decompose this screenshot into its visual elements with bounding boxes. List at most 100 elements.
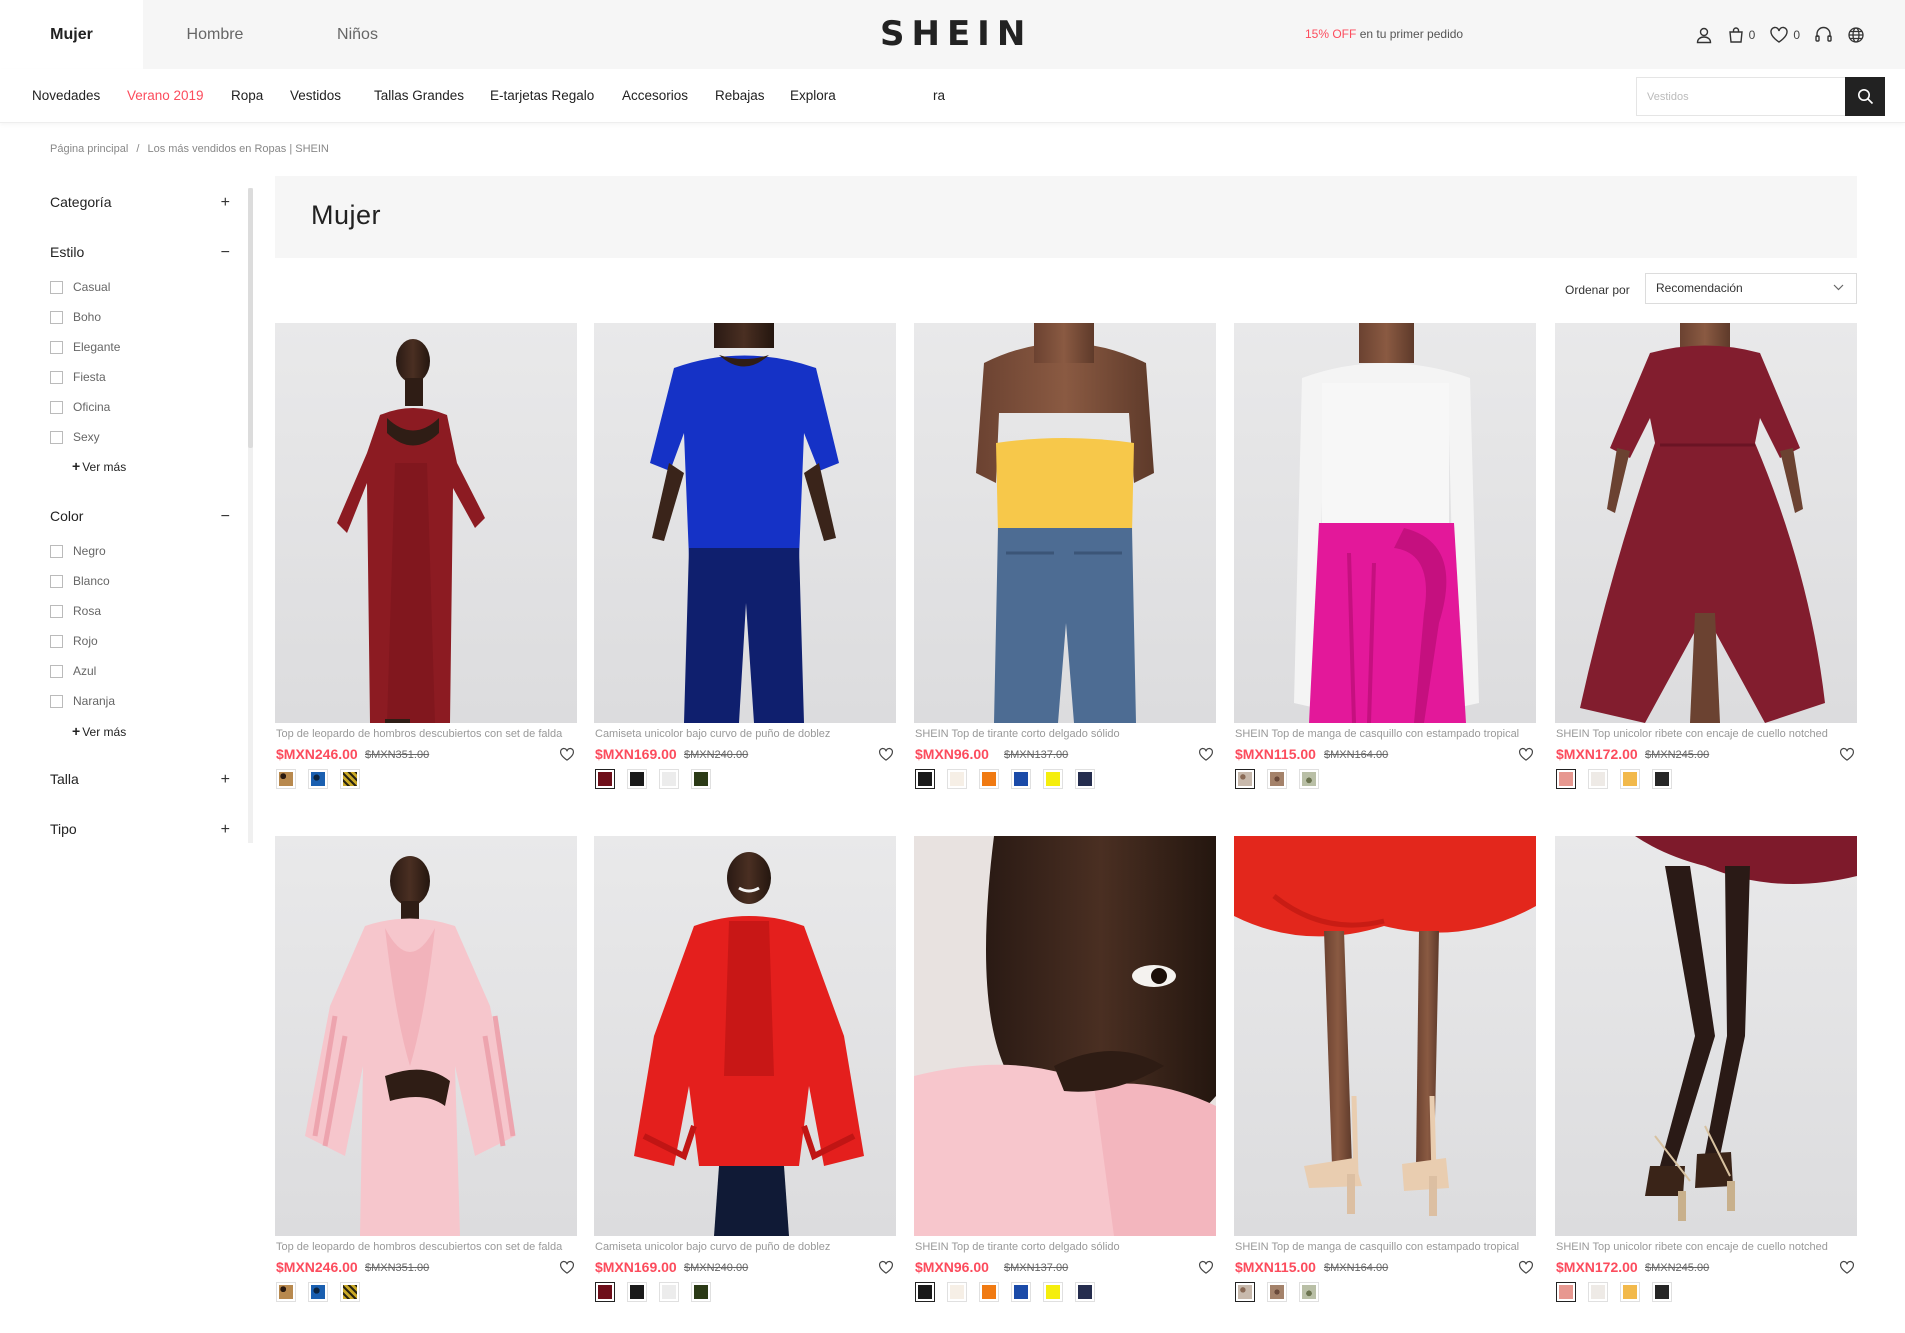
checkbox[interactable] bbox=[50, 664, 63, 678]
product-image[interactable] bbox=[914, 836, 1216, 1236]
swatch-floral-brown[interactable] bbox=[1267, 769, 1287, 789]
cart-button[interactable]: 0 bbox=[1727, 26, 1755, 44]
tab-ninos[interactable]: Niños bbox=[305, 0, 410, 69]
swatch-cream[interactable] bbox=[947, 1282, 967, 1302]
nav-verano-2019[interactable]: Verano 2019 bbox=[127, 69, 204, 123]
heart-icon[interactable] bbox=[1198, 1260, 1214, 1275]
checkbox[interactable] bbox=[50, 400, 63, 414]
filter-color-naranja[interactable]: Naranja bbox=[50, 692, 115, 710]
product-name[interactable]: SHEIN Top de tirante corto delgado sólid… bbox=[915, 1241, 1215, 1253]
swatch-olive[interactable] bbox=[691, 769, 711, 789]
heart-icon[interactable] bbox=[878, 747, 894, 762]
swatch-black[interactable] bbox=[915, 769, 935, 789]
swatch-yellow[interactable] bbox=[1043, 769, 1063, 789]
swatch-olive[interactable] bbox=[691, 1282, 711, 1302]
product-name[interactable]: SHEIN Top de manga de casquillo con esta… bbox=[1235, 1241, 1535, 1253]
support-button[interactable] bbox=[1814, 26, 1833, 44]
swatch-mustard[interactable] bbox=[1620, 769, 1640, 789]
filter-estilo-boho[interactable]: Boho bbox=[50, 308, 101, 326]
swatch-off-white[interactable] bbox=[1588, 1282, 1608, 1302]
filter-color-rojo[interactable]: Rojo bbox=[50, 632, 98, 650]
checkbox[interactable] bbox=[50, 604, 63, 618]
product-image[interactable] bbox=[594, 836, 896, 1236]
swatch-black[interactable] bbox=[1652, 769, 1672, 789]
nav-novedades[interactable]: Novedades bbox=[32, 69, 100, 123]
filter-estilo-oficina[interactable]: Oficina bbox=[50, 398, 110, 416]
product-name[interactable]: SHEIN Top unicolor ribete con encaje de … bbox=[1556, 728, 1856, 740]
product-name[interactable]: Top de leopardo de hombros descubiertos … bbox=[276, 728, 576, 740]
promo-banner[interactable]: 15% OFF en tu primer pedido bbox=[1305, 27, 1463, 41]
wishlist-button[interactable]: 0 bbox=[1769, 26, 1800, 44]
swatch-mustard[interactable] bbox=[1620, 1282, 1640, 1302]
facet-estilo[interactable]: Estilo − bbox=[50, 244, 236, 268]
estilo-ver-mas-link[interactable]: + Ver más bbox=[72, 458, 126, 474]
heart-icon[interactable] bbox=[559, 1260, 575, 1275]
filter-estilo-fiesta[interactable]: Fiesta bbox=[50, 368, 106, 386]
filter-estilo-elegante[interactable]: Elegante bbox=[50, 338, 120, 356]
swatch-black[interactable] bbox=[915, 1282, 935, 1302]
filter-color-negro[interactable]: Negro bbox=[50, 542, 106, 560]
filter-color-azul[interactable]: Azul bbox=[50, 662, 96, 680]
checkbox[interactable] bbox=[50, 280, 63, 294]
sidebar-scrollbar[interactable] bbox=[248, 188, 253, 843]
swatch-white[interactable] bbox=[659, 1282, 679, 1302]
search-input[interactable] bbox=[1637, 78, 1847, 115]
product-name[interactable]: SHEIN Top de manga de casquillo con esta… bbox=[1235, 728, 1535, 740]
swatch-orange[interactable] bbox=[979, 769, 999, 789]
heart-icon[interactable] bbox=[1518, 1260, 1534, 1275]
swatch-black[interactable] bbox=[627, 769, 647, 789]
checkbox[interactable] bbox=[50, 544, 63, 558]
nav-explora[interactable]: Explora bbox=[790, 69, 836, 123]
filter-estilo-sexy[interactable]: Sexy bbox=[50, 428, 100, 446]
product-name[interactable]: SHEIN Top de tirante corto delgado sólid… bbox=[915, 728, 1215, 740]
heart-icon[interactable] bbox=[1839, 747, 1855, 762]
swatch-blue-print[interactable] bbox=[308, 1282, 328, 1302]
product-image[interactable] bbox=[1234, 836, 1536, 1236]
nav-rebajas[interactable]: Rebajas bbox=[715, 69, 765, 123]
swatch-black[interactable] bbox=[627, 1282, 647, 1302]
heart-icon[interactable] bbox=[878, 1260, 894, 1275]
nav-ra[interactable]: ra bbox=[933, 69, 945, 123]
swatch-cream[interactable] bbox=[947, 769, 967, 789]
product-name[interactable]: Camiseta unicolor bajo curvo de puño de … bbox=[595, 728, 895, 740]
nav-e-tarjetas[interactable]: E-tarjetas Regalo bbox=[490, 69, 594, 123]
checkbox[interactable] bbox=[50, 340, 63, 354]
sort-dropdown[interactable]: Recomendación bbox=[1645, 273, 1857, 304]
product-image[interactable] bbox=[275, 836, 577, 1236]
tab-mujer[interactable]: Mujer bbox=[0, 0, 143, 69]
product-image[interactable] bbox=[275, 323, 577, 723]
swatch-burgundy[interactable] bbox=[595, 1282, 615, 1302]
checkbox[interactable] bbox=[50, 370, 63, 384]
shein-logo[interactable]: SHEIN bbox=[880, 14, 1030, 54]
checkbox[interactable] bbox=[50, 694, 63, 708]
swatch-leopard[interactable] bbox=[276, 1282, 296, 1302]
facet-categoria[interactable]: Categoría + bbox=[50, 194, 236, 218]
nav-vestidos[interactable]: Vestidos bbox=[290, 69, 341, 123]
heart-icon[interactable] bbox=[1839, 1260, 1855, 1275]
product-image[interactable] bbox=[1234, 323, 1536, 723]
swatch-blue-print[interactable] bbox=[308, 769, 328, 789]
checkbox[interactable] bbox=[50, 430, 63, 444]
swatch-blue[interactable] bbox=[1011, 769, 1031, 789]
product-name[interactable]: Camiseta unicolor bajo curvo de puño de … bbox=[595, 1241, 895, 1253]
swatch-floral-brown[interactable] bbox=[1267, 1282, 1287, 1302]
facet-tipo[interactable]: Tipo + bbox=[50, 821, 236, 845]
nav-accesorios[interactable]: Accesorios bbox=[622, 69, 688, 123]
swatch-yellow-print[interactable] bbox=[340, 769, 360, 789]
swatch-black[interactable] bbox=[1652, 1282, 1672, 1302]
swatch-salmon[interactable] bbox=[1556, 1282, 1576, 1302]
scrollbar-thumb[interactable] bbox=[248, 188, 253, 448]
checkbox[interactable] bbox=[50, 310, 63, 324]
heart-icon[interactable] bbox=[1518, 747, 1534, 762]
color-ver-mas-link[interactable]: + Ver más bbox=[72, 723, 126, 739]
checkbox[interactable] bbox=[50, 634, 63, 648]
swatch-yellow[interactable] bbox=[1043, 1282, 1063, 1302]
nav-tallas-grandes[interactable]: Tallas Grandes bbox=[374, 69, 464, 123]
facet-talla[interactable]: Talla + bbox=[50, 771, 236, 795]
swatch-salmon[interactable] bbox=[1556, 769, 1576, 789]
swatch-blue[interactable] bbox=[1011, 1282, 1031, 1302]
facet-color[interactable]: Color − bbox=[50, 508, 236, 532]
swatch-yellow-print[interactable] bbox=[340, 1282, 360, 1302]
language-button[interactable] bbox=[1847, 26, 1865, 44]
filter-estilo-casual[interactable]: Casual bbox=[50, 278, 110, 296]
